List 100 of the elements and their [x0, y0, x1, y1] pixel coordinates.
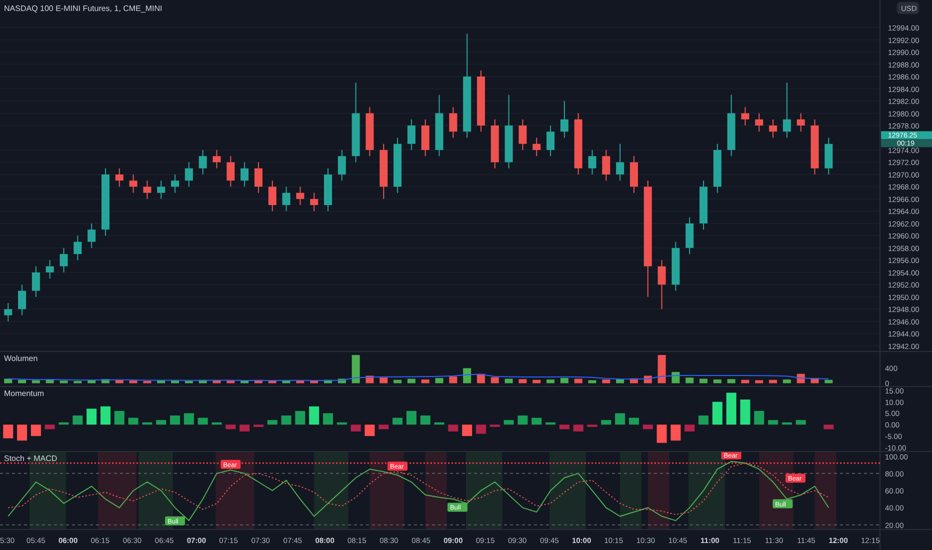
volume-bar	[490, 377, 499, 384]
volume-bar	[129, 380, 138, 384]
candlestick	[380, 143, 388, 200]
candlestick	[574, 112, 582, 175]
volume-bar	[686, 378, 694, 384]
momentum-bar	[267, 420, 278, 425]
volume-bar	[824, 380, 833, 384]
volume-bar	[212, 380, 221, 384]
pane-title: Wolumen	[4, 354, 38, 363]
momentum-bar	[30, 424, 41, 436]
volume-bar	[546, 379, 555, 384]
momentum-bar	[156, 420, 166, 425]
volume-bar	[157, 380, 166, 384]
candlestick	[588, 149, 596, 175]
momentum-bar	[3, 424, 14, 438]
candlestick	[18, 284, 26, 316]
volume-bar	[782, 379, 791, 384]
momentum-bar	[546, 422, 556, 425]
candlestick	[198, 149, 207, 175]
volume-bar	[101, 379, 110, 384]
candlestick	[769, 118, 778, 138]
momentum-bar	[726, 392, 736, 425]
volume-bar	[380, 378, 388, 384]
momentum-bar	[754, 410, 764, 425]
momentum-bar	[420, 416, 430, 425]
volume-bar	[560, 378, 568, 384]
candlestick	[394, 137, 402, 194]
volume-bar	[352, 355, 360, 384]
candlestick	[796, 112, 805, 132]
candlestick	[421, 118, 430, 157]
candlestick	[212, 149, 221, 169]
momentum-bar	[782, 422, 792, 425]
momentum-bar	[462, 424, 472, 436]
candlestick	[60, 247, 68, 273]
momentum-bar	[670, 424, 681, 441]
momentum-bar	[796, 420, 806, 425]
momentum-bar	[184, 413, 194, 425]
volume-bar	[407, 378, 416, 384]
symbol-title: NASDAQ 100 E-MINI Futures, 1, CME_MINI	[4, 4, 162, 13]
momentum-bar	[587, 424, 598, 427]
momentum-bar	[642, 424, 653, 430]
candlestick	[268, 180, 276, 212]
candlestick	[560, 100, 568, 138]
volume-bar	[713, 379, 722, 384]
candlestick	[157, 180, 166, 200]
candlestick	[616, 143, 624, 182]
momentum-bar	[573, 424, 584, 432]
volume-bar	[463, 368, 472, 384]
volume-bar	[74, 380, 82, 384]
volume-bar	[421, 379, 430, 384]
volume-bar	[198, 380, 207, 384]
volume-bar	[226, 380, 235, 384]
candlestick	[602, 149, 610, 182]
volume-bar	[184, 380, 193, 384]
momentum-bar	[532, 418, 542, 425]
momentum-bar	[364, 424, 375, 436]
candlestick	[88, 222, 96, 248]
momentum-bar	[628, 418, 639, 425]
momentum-bar	[44, 424, 55, 430]
volume-bar	[240, 380, 249, 384]
momentum-bar	[100, 406, 110, 425]
candlestick	[46, 260, 54, 280]
volume-bar	[574, 378, 582, 384]
momentum-bar	[434, 422, 444, 425]
volume-bar	[658, 355, 666, 384]
momentum-bar	[281, 416, 292, 425]
momentum-bar	[336, 422, 347, 425]
momentum-bar	[212, 422, 222, 425]
candlestick	[532, 137, 541, 157]
momentum-bar	[824, 424, 834, 430]
volume-bar	[741, 380, 750, 384]
volume-bar	[616, 379, 624, 384]
pane-title: Stoch + MACD	[4, 454, 58, 463]
candlestick	[476, 70, 485, 132]
volume-bar	[518, 379, 527, 384]
candlestick	[74, 235, 82, 261]
pane-title: Momentum	[4, 389, 44, 398]
momentum-bar	[58, 422, 69, 425]
candlestick	[282, 186, 290, 212]
momentum-bar	[72, 416, 83, 425]
momentum-bar	[768, 420, 778, 425]
candlestick	[296, 186, 304, 206]
volume-bar	[88, 380, 96, 384]
momentum-bar	[198, 418, 208, 425]
candlestick	[366, 106, 374, 157]
volume-bar	[268, 380, 276, 384]
candlestick	[630, 156, 638, 194]
volume-bar	[810, 378, 819, 384]
momentum-bar	[17, 424, 28, 441]
momentum-bar	[684, 424, 695, 432]
volume-bar	[435, 378, 444, 384]
volume-bar	[700, 378, 708, 384]
candlestick	[338, 149, 346, 182]
candlestick	[727, 94, 736, 157]
volume-bar	[504, 378, 513, 384]
momentum-bar	[240, 424, 250, 432]
momentum-bar	[698, 416, 708, 425]
candlestick	[4, 302, 12, 322]
candlestick	[518, 118, 527, 150]
candlestick	[226, 156, 235, 188]
